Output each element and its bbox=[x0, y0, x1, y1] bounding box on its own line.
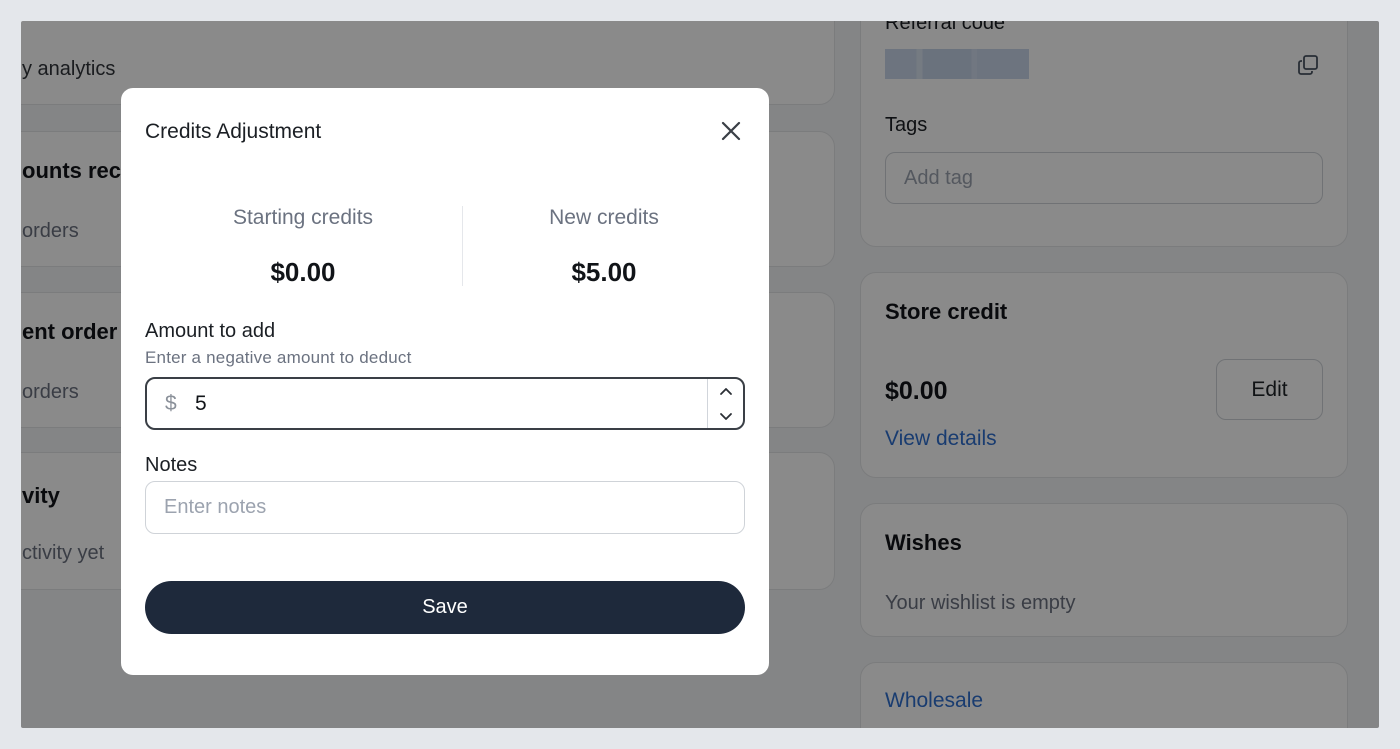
currency-symbol: $ bbox=[165, 392, 177, 415]
notes-input[interactable] bbox=[145, 481, 745, 534]
chevron-up-icon[interactable] bbox=[717, 383, 735, 401]
new-credits-stat: New credits $5.00 bbox=[454, 206, 754, 288]
starting-credits-label: Starting credits bbox=[232, 206, 374, 229]
new-credits-label: New credits bbox=[549, 206, 659, 229]
starting-credits-value: $0.00 bbox=[270, 257, 336, 287]
app-frame: y analytics ounts rec orders ent order o… bbox=[21, 21, 1379, 728]
credits-adjustment-modal: Credits Adjustment Starting credits $0.0… bbox=[121, 88, 769, 675]
amount-help-text: Enter a negative amount to deduct bbox=[145, 348, 412, 367]
starting-credits-stat: Starting credits $0.00 bbox=[153, 206, 453, 288]
amount-label: Amount to add bbox=[145, 320, 276, 342]
close-icon[interactable] bbox=[717, 117, 745, 145]
chevron-down-icon[interactable] bbox=[717, 407, 735, 425]
new-credits-value: $5.00 bbox=[571, 257, 637, 287]
amount-input[interactable] bbox=[195, 387, 695, 421]
modal-title: Credits Adjustment bbox=[145, 120, 322, 143]
amount-stepper[interactable] bbox=[707, 379, 743, 428]
save-button[interactable]: Save bbox=[145, 581, 745, 634]
amount-field[interactable]: $ bbox=[145, 377, 745, 430]
notes-label: Notes bbox=[145, 454, 198, 476]
